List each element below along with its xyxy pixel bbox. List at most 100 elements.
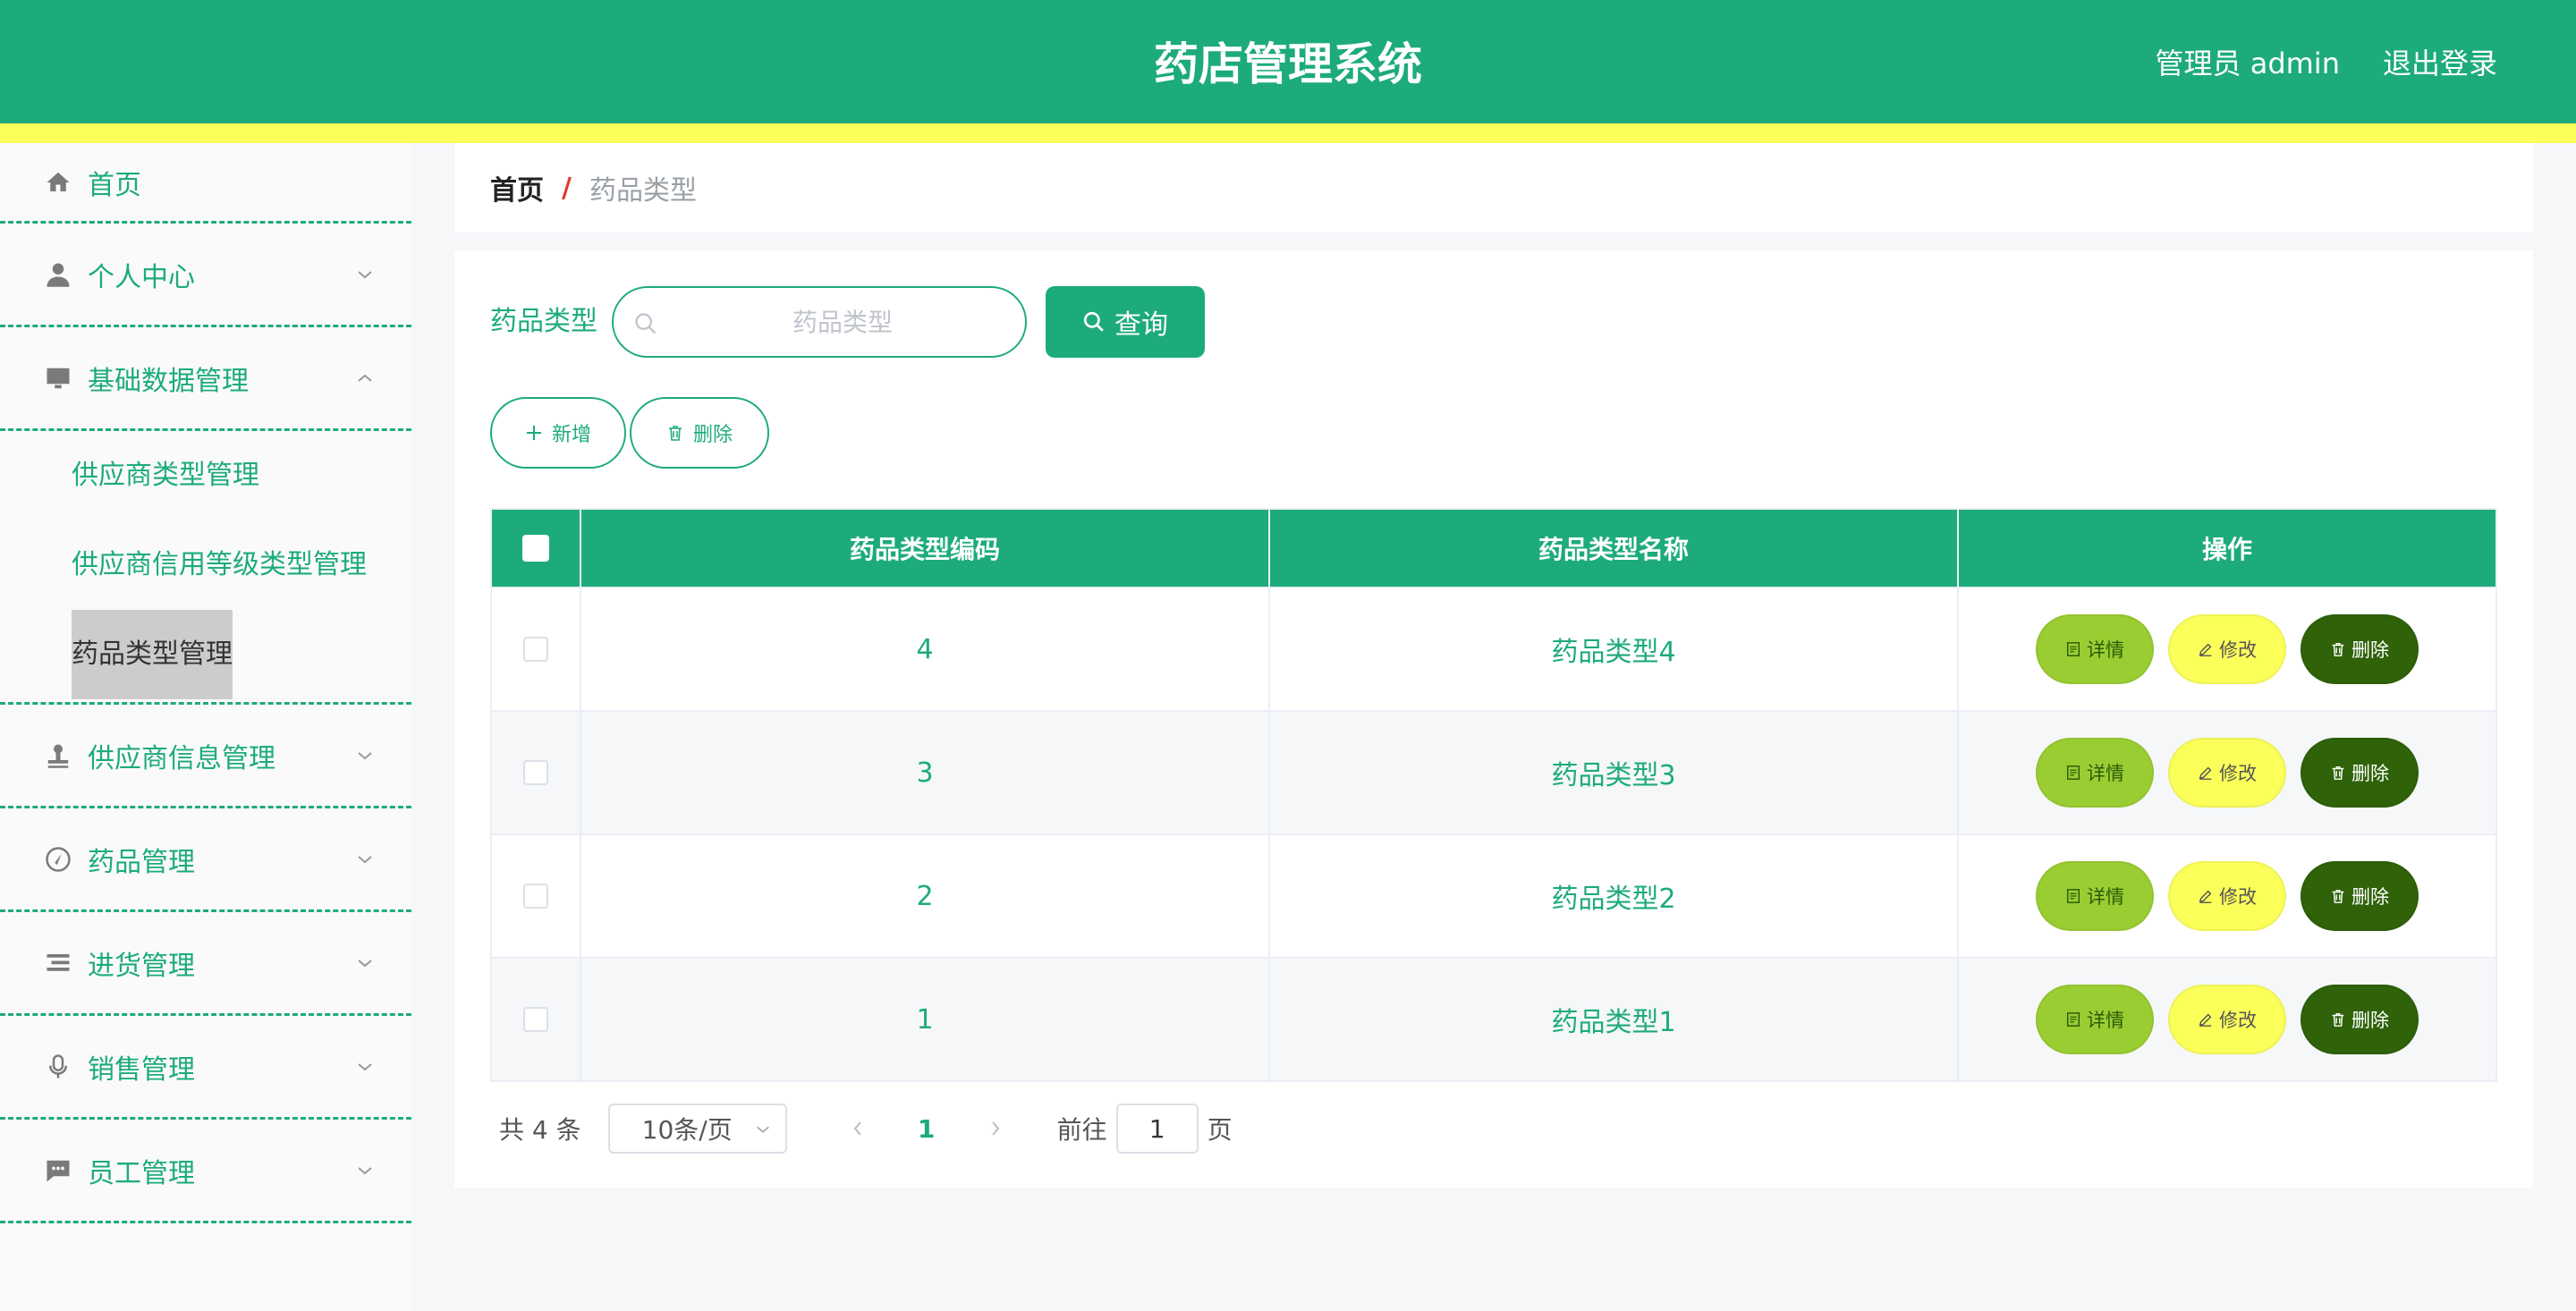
detail-button[interactable]: 详情 (2036, 614, 2154, 684)
select-all-checkbox[interactable] (522, 535, 549, 562)
search-icon (1083, 311, 1104, 332)
row-select-cell (492, 588, 581, 710)
detail-button-label: 详情 (2087, 1010, 2124, 1031)
submenu-drug-type[interactable]: 药品类型管理 (72, 610, 233, 699)
sidebar-item-label: 供应商信息管理 (88, 742, 275, 774)
chevron-right-icon (991, 1121, 999, 1136)
sidebar-item-drug-management[interactable]: 药品管理 (0, 808, 411, 912)
delete-button-label: 删除 (2351, 639, 2389, 661)
table-row: 2 药品类型2 详情 修改 删除 (492, 833, 2496, 957)
row-select-cell (492, 959, 581, 1080)
chevron-left-icon (853, 1121, 861, 1136)
list-icon (43, 948, 73, 978)
search-label: 药品类型 (490, 306, 597, 337)
pencil-icon (2199, 1013, 2212, 1027)
row-actions: 详情 修改 删除 (1959, 588, 2496, 710)
drug-type-name: 药品类型1 (1270, 959, 1959, 1080)
drug-type-name: 药品类型4 (1270, 588, 1959, 710)
add-button-label: 新增 (551, 424, 591, 446)
chevron-down-icon (358, 1166, 372, 1174)
edit-button[interactable]: 修改 (2168, 985, 2286, 1054)
trash-icon (2332, 889, 2344, 903)
table-header: 药品类型编码 药品类型名称 操作 (492, 510, 2496, 587)
delete-button[interactable]: 删除 (2301, 985, 2419, 1054)
chevron-down-icon (358, 1062, 372, 1070)
row-checkbox[interactable] (523, 884, 548, 909)
drug-type-search-input[interactable] (614, 288, 1025, 356)
select-all-cell (492, 510, 581, 587)
sidebar: 首页 个人中心 基础数据管理 供应商类型管理 供应商信用等级类型管理 药品类型管… (0, 143, 411, 1311)
microphone-icon (43, 1052, 73, 1082)
logout-link[interactable]: 退出登录 (2383, 41, 2497, 82)
search-box (612, 286, 1027, 358)
edit-button[interactable]: 修改 (2168, 738, 2286, 808)
admin-user-label: 管理员 admin (2155, 47, 2340, 80)
sidebar-item-personal-center[interactable]: 个人中心 (0, 224, 411, 327)
submenu-supplier-type[interactable]: 供应商类型管理 (72, 431, 259, 520)
detail-button[interactable]: 详情 (2036, 985, 2154, 1054)
row-actions: 详情 修改 删除 (1959, 835, 2496, 957)
edit-button[interactable]: 修改 (2168, 861, 2286, 931)
drug-type-code: 1 (581, 959, 1270, 1080)
chevron-down-icon (756, 1126, 769, 1133)
sidebar-item-purchase-management[interactable]: 进货管理 (0, 912, 411, 1016)
document-icon (2066, 642, 2080, 656)
goto-page-input[interactable] (1115, 1104, 1199, 1154)
table-row: 1 药品类型1 详情 修改 删除 (492, 957, 2496, 1080)
batch-delete-button[interactable]: 删除 (630, 397, 769, 469)
chevron-down-icon (358, 855, 372, 863)
row-actions: 详情 修改 删除 (1959, 959, 2496, 1080)
edit-button-label: 修改 (2219, 763, 2257, 784)
column-header-name[interactable]: 药品类型名称 (1270, 510, 1959, 587)
submenu-supplier-credit-level[interactable]: 供应商信用等级类型管理 (72, 520, 367, 610)
row-checkbox[interactable] (523, 760, 548, 785)
row-checkbox[interactable] (523, 1007, 548, 1032)
query-button[interactable]: 查询 (1046, 286, 1205, 358)
header-user-area: 管理员 admin 退出登录 (2156, 0, 2497, 123)
delete-button[interactable]: 删除 (2301, 738, 2419, 808)
detail-button-label: 详情 (2087, 639, 2124, 661)
chat-icon (43, 1155, 73, 1186)
sidebar-item-supplier-info[interactable]: 供应商信息管理 (0, 705, 411, 808)
column-header-code[interactable]: 药品类型编码 (581, 510, 1270, 587)
delete-button[interactable]: 删除 (2301, 861, 2419, 931)
drug-type-name: 药品类型2 (1270, 835, 1959, 957)
page-size-value: 10条/页 (641, 1115, 733, 1145)
next-page-button[interactable] (961, 1104, 1030, 1154)
edit-button-label: 修改 (2219, 1010, 2257, 1031)
user-icon (43, 259, 73, 290)
page-size-select[interactable]: 10条/页 (607, 1104, 787, 1154)
table-row: 3 药品类型3 详情 修改 删除 (492, 710, 2496, 833)
add-button[interactable]: 新增 (490, 397, 626, 469)
chevron-down-icon (358, 270, 372, 278)
compass-icon (43, 844, 73, 875)
prev-page-button[interactable] (823, 1104, 893, 1154)
row-select-cell (492, 835, 581, 957)
goto-label: 前往 (1056, 1115, 1107, 1145)
row-checkbox[interactable] (523, 637, 548, 662)
trash-icon (2332, 765, 2344, 780)
delete-button[interactable]: 删除 (2301, 614, 2419, 684)
detail-button-label: 详情 (2087, 886, 2124, 908)
page-number-current[interactable]: 1 (893, 1114, 961, 1144)
search-icon (635, 313, 657, 334)
column-header-actions: 操作 (2201, 535, 2252, 564)
sidebar-item-basic-data[interactable]: 基础数据管理 (0, 327, 411, 431)
sidebar-item-label: 药品管理 (88, 846, 195, 878)
breadcrumb-home[interactable]: 首页 (490, 168, 544, 207)
content-panel: 药品类型 查询 新增 删除 药品类型编码 药品类型名称 操作 4 药品类型4 (454, 250, 2533, 1188)
detail-button[interactable]: 详情 (2036, 738, 2154, 808)
row-select-cell (492, 712, 581, 833)
detail-button[interactable]: 详情 (2036, 861, 2154, 931)
edit-button[interactable]: 修改 (2168, 614, 2286, 684)
chevron-down-icon (358, 751, 372, 759)
sidebar-item-staff-management[interactable]: 员工管理 (0, 1120, 411, 1223)
drug-type-code: 2 (581, 835, 1270, 957)
edit-button-label: 修改 (2219, 886, 2257, 908)
sidebar-item-home[interactable]: 首页 (0, 143, 411, 224)
sidebar-item-sales-management[interactable]: 销售管理 (0, 1016, 411, 1120)
trash-icon (2332, 1012, 2344, 1027)
trash-icon (668, 426, 682, 441)
breadcrumb-separator: / (562, 172, 572, 204)
drug-type-table: 药品类型编码 药品类型名称 操作 4 药品类型4 详情 修改 删除 3 药品类型… (490, 508, 2497, 1082)
